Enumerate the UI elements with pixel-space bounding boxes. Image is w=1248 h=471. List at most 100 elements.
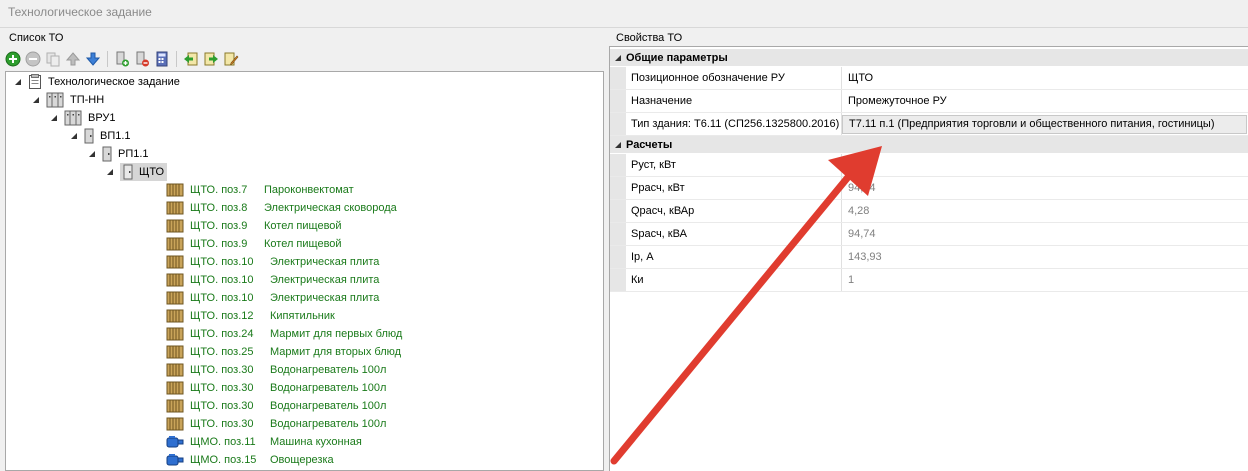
heater-icon	[166, 255, 184, 269]
prop-name: Sрасч, кВА	[626, 223, 842, 245]
prop-row-calc[interactable]: Ррасч, кВт 94,64	[610, 177, 1248, 200]
toolbar-separator	[107, 51, 108, 67]
calculator-button[interactable]	[153, 50, 171, 68]
export-button[interactable]	[202, 50, 220, 68]
building-type-field[interactable]: Т7.11 п.1 (Предприятия торговли и общест…	[842, 114, 1247, 134]
export-icon	[204, 52, 218, 66]
item-code: ЩТО. поз.10	[190, 256, 254, 268]
copy-button[interactable]	[44, 50, 62, 68]
item-description: Электрическая сковорода	[264, 202, 397, 214]
prop-row-calc[interactable]: Руст, кВт 18	[610, 154, 1248, 177]
tree-leaf-item[interactable]: ЩТО. поз.10 Электрическая плита	[166, 289, 379, 307]
tree-node-label: ВП1.1	[100, 130, 131, 142]
tree-node-vp[interactable]: ВП1.1	[70, 127, 131, 145]
tree-leaf-item[interactable]: ЩТО. поз.25 Мармит для вторых блюд	[166, 343, 401, 361]
properties-panel: Свойства ТО Общие параметры Позиционное …	[609, 30, 1248, 471]
cabinet-icon	[123, 164, 133, 180]
move-up-button[interactable]	[64, 50, 82, 68]
prop-name: Qрасч, кВАр	[626, 200, 842, 222]
tree-node-shchto[interactable]: ЩТО	[106, 163, 168, 181]
collapse-triangle-icon[interactable]	[106, 168, 114, 176]
prop-name: Тип здания: Т6.11 (СП256.1325800.2016)	[626, 113, 842, 135]
item-description: Котел пищевой	[264, 238, 342, 250]
prop-name: Iр, А	[626, 246, 842, 268]
prop-value[interactable]: ЩТО	[842, 67, 1248, 89]
item-code: ЩТО. поз.25	[190, 346, 254, 358]
prop-row-calc[interactable]: Sрасч, кВА 94,74	[610, 223, 1248, 246]
heater-icon	[166, 291, 184, 305]
prop-value: 94,64	[848, 182, 876, 194]
collapse-triangle-icon[interactable]	[70, 132, 78, 140]
prop-row-calc[interactable]: Ки 1	[610, 269, 1248, 292]
item-description: Водонагреватель 100л	[270, 364, 387, 376]
tree-leaf-item[interactable]: ЩТО. поз.30 Водонагреватель 100л	[166, 361, 386, 379]
add-item-button[interactable]	[113, 50, 131, 68]
prop-value[interactable]: Промежуточное РУ	[842, 90, 1248, 112]
properties-title: Свойства ТО	[616, 32, 683, 44]
tree-leaf-item[interactable]: ЩТО. поз.9 Котел пищевой	[166, 235, 342, 253]
edit-button[interactable]	[222, 50, 240, 68]
move-down-button[interactable]	[84, 50, 102, 68]
tree-leaf-item[interactable]: ЩТО. поз.12 Кипятильник	[166, 307, 335, 325]
copy-pages-icon	[46, 52, 60, 67]
heater-icon	[166, 399, 184, 413]
item-description: Мармит для вторых блюд	[270, 346, 402, 358]
item-description: Водонагреватель 100л	[270, 382, 387, 394]
item-description: Водонагреватель 100л	[270, 400, 387, 412]
tree-toolbar	[4, 48, 240, 70]
tree-node-root[interactable]: Технологическое задание	[14, 73, 180, 91]
object-list-panel: Список ТО Технологическое задание ТП-НН …	[0, 30, 604, 471]
up-arrow-icon	[65, 52, 81, 66]
tree-leaf-item[interactable]: ЩТО. поз.30 Водонагреватель 100л	[166, 379, 386, 397]
tree-leaf-item[interactable]: ЩТО. поз.10 Электрическая плита	[166, 253, 379, 271]
object-tree[interactable]: Технологическое задание ТП-НН ВРУ1 ВП1.1	[5, 71, 604, 471]
delete-item-button[interactable]	[133, 50, 151, 68]
tree-node-rp[interactable]: РП1.1	[88, 145, 149, 163]
tree-leaf-item[interactable]: ЩТО. поз.10 Электрическая плита	[166, 271, 379, 289]
cabinet-plus-icon	[116, 51, 129, 67]
tree-leaf-item[interactable]: ЩТО. поз.30 Водонагреватель 100л	[166, 397, 386, 415]
prop-row-calc[interactable]: Qрасч, кВАр 4,28	[610, 200, 1248, 223]
collapse-triangle-icon[interactable]	[50, 114, 58, 122]
collapse-triangle-icon[interactable]	[14, 78, 22, 86]
object-list-title: Список ТО	[9, 32, 64, 44]
tree-leaf-item[interactable]: ЩТО. поз.24 Мармит для первых блюд	[166, 325, 402, 343]
collapse-triangle-icon[interactable]	[88, 150, 96, 158]
property-grid[interactable]: Общие параметры Позиционное обозначение …	[609, 46, 1248, 471]
item-description: Овощерезка	[270, 454, 334, 466]
item-description: Водонагреватель 100л	[270, 418, 387, 430]
collapse-triangle-icon[interactable]	[32, 96, 40, 104]
prop-name: Назначение	[626, 90, 842, 112]
category-general[interactable]: Общие параметры	[610, 49, 1248, 66]
add-button[interactable]	[4, 50, 22, 68]
category-title: Расчеты	[626, 138, 673, 151]
prop-row-calc[interactable]: Iр, А 143,93	[610, 246, 1248, 269]
item-description: Машина кухонная	[270, 436, 362, 448]
item-description: Электрическая плита	[270, 256, 380, 268]
tree-leaf-item[interactable]: ЩМО. поз.15 Овощерезка	[166, 451, 334, 469]
cabinet-icon	[102, 146, 112, 162]
heater-icon	[166, 237, 184, 251]
tree-node-label: ВРУ1	[88, 112, 116, 124]
tree-leaf-item[interactable]: ЩМО. поз.11 Машина кухонная	[166, 433, 362, 451]
tree-node-vru[interactable]: ВРУ1	[50, 109, 116, 127]
tree-node-tp[interactable]: ТП-НН	[32, 91, 104, 109]
tree-leaf-item[interactable]: ЩТО. поз.9 Котел пищевой	[166, 217, 342, 235]
heater-icon	[166, 183, 184, 197]
prop-row-designation[interactable]: Позиционное обозначение РУ ЩТО	[610, 67, 1248, 90]
import-button[interactable]	[182, 50, 200, 68]
item-code: ЩМО. поз.11	[190, 436, 256, 448]
tree-node-label: РП1.1	[118, 148, 149, 160]
category-calc[interactable]: Расчеты	[610, 136, 1248, 153]
prop-row-building-type[interactable]: Тип здания: Т6.11 (СП256.1325800.2016) Т…	[610, 113, 1248, 136]
tree-leaf-item[interactable]: ЩТО. поз.8 Электрическая сковорода	[166, 199, 397, 217]
tree-leaf-item[interactable]: ЩТО. поз.7 Пароконвектомат	[166, 181, 354, 199]
heater-icon	[166, 201, 184, 215]
prop-row-purpose[interactable]: Назначение Промежуточное РУ	[610, 90, 1248, 113]
collapse-triangle-icon[interactable]	[610, 141, 626, 149]
remove-button[interactable]	[24, 50, 42, 68]
item-code: ЩТО. поз.10	[190, 274, 254, 286]
collapse-triangle-icon[interactable]	[610, 54, 626, 62]
tree-leaf-item[interactable]: ЩТО. поз.30 Водонагреватель 100л	[166, 415, 386, 433]
document-icon	[28, 74, 42, 90]
